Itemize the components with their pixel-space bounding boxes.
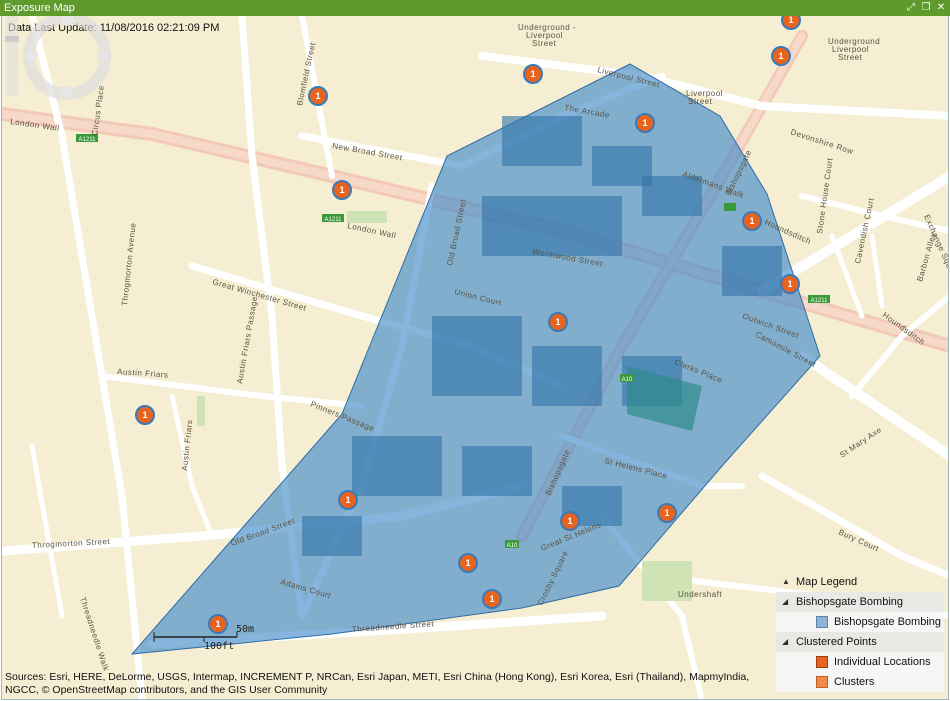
label-st-mary-axe: St Mary Axe xyxy=(838,425,883,460)
svg-text:A1211: A1211 xyxy=(811,298,829,304)
legend-item-individual: Individual Locations xyxy=(776,652,944,672)
location-marker-count: 1 xyxy=(567,516,572,526)
location-marker-count: 1 xyxy=(788,16,793,25)
location-marker[interactable]: 1 xyxy=(338,490,358,510)
location-marker[interactable]: 1 xyxy=(635,113,655,133)
legend-group-clustered[interactable]: ◢ Clustered Points xyxy=(776,632,944,652)
location-marker[interactable]: 1 xyxy=(771,46,791,66)
clusters-swatch xyxy=(816,676,828,688)
window-title: Exposure Map xyxy=(4,2,75,14)
location-marker[interactable]: 1 xyxy=(458,553,478,573)
window-controls: ⤢ ❐ ✕ xyxy=(906,0,946,16)
location-marker-count: 1 xyxy=(778,51,783,61)
legend-item-label: Clusters xyxy=(834,676,875,688)
location-marker-count: 1 xyxy=(465,558,470,568)
location-marker[interactable]: 1 xyxy=(308,86,328,106)
location-marker-count: 1 xyxy=(642,118,647,128)
map-attribution: Sources: Esri, HERE, DeLorme, USGS, Inte… xyxy=(5,671,750,696)
label-stone-house-court: Stone House Court xyxy=(815,157,835,234)
pan-right-icon[interactable] xyxy=(97,50,109,62)
close-icon[interactable]: ✕ xyxy=(936,3,946,13)
expand-icon[interactable]: ⤢ xyxy=(906,3,916,13)
label-liverpool-st-station-2: Street xyxy=(688,97,713,106)
label-austin-friars-passage: Austin Friars Passage xyxy=(235,295,259,384)
location-marker-count: 1 xyxy=(555,317,560,327)
label-threadneedle-walk: Threadneedle Walk xyxy=(78,596,111,673)
location-marker[interactable]: 1 xyxy=(332,180,352,200)
location-marker-count: 1 xyxy=(489,594,494,604)
label-undershaft: Undershaft xyxy=(678,590,722,599)
exposure-map[interactable]: A1211 A1211 A10 A10 A1211 London Wall Lo… xyxy=(1,16,949,700)
label-devonshire-row: Devonshire Row xyxy=(789,127,854,156)
location-marker-count: 1 xyxy=(345,495,350,505)
location-marker[interactable]: 1 xyxy=(742,211,762,231)
window-titlebar: Exposure Map ⤢ ❐ ✕ xyxy=(0,0,950,16)
label-underground-b3: Street xyxy=(838,53,863,62)
location-marker-count: 1 xyxy=(339,185,344,195)
location-marker-count: 1 xyxy=(530,69,535,79)
legend-group-bombing[interactable]: ◢ Bishopsgate Bombing xyxy=(776,592,944,612)
location-marker-count: 1 xyxy=(142,410,147,420)
location-marker-count: 1 xyxy=(749,216,754,226)
map-navigation-control[interactable] xyxy=(2,16,112,106)
zoom-slider[interactable] xyxy=(6,16,18,96)
location-marker[interactable]: 1 xyxy=(135,405,155,425)
zoom-slider-handle[interactable] xyxy=(5,36,19,42)
individual-swatch xyxy=(816,656,828,668)
label-throgmorton-avenue: Throgmorton Avenue xyxy=(120,222,138,306)
svg-text:A10: A10 xyxy=(622,377,633,383)
group-collapse-icon[interactable]: ◢ xyxy=(782,632,788,652)
legend-header[interactable]: ▲ Map Legend xyxy=(776,572,944,592)
legend-item-label: Bishopsgate Bombing xyxy=(834,616,942,628)
label-new-broad-street: New Broad Street xyxy=(332,141,404,162)
legend-item-bombing: Bishopsgate Bombing xyxy=(776,612,944,632)
label-underground-a3: Street xyxy=(532,39,557,48)
pan-ring[interactable] xyxy=(23,16,111,100)
legend-item-clusters: Clusters xyxy=(776,672,944,692)
location-marker[interactable]: 1 xyxy=(781,16,801,30)
location-marker[interactable]: 1 xyxy=(482,589,502,609)
map-legend: ▲ Map Legend ◢ Bishopsgate Bombing Bisho… xyxy=(776,572,944,692)
restore-icon[interactable]: ❐ xyxy=(921,3,931,13)
svg-text:A1211: A1211 xyxy=(325,217,343,223)
svg-text:A10: A10 xyxy=(507,543,518,549)
location-marker[interactable]: 1 xyxy=(780,274,800,294)
location-marker[interactable]: 1 xyxy=(657,503,677,523)
location-marker-count: 1 xyxy=(787,279,792,289)
label-austin-friars-v: Austin Friars xyxy=(180,419,194,471)
location-marker-count: 1 xyxy=(664,508,669,518)
location-marker-count: 1 xyxy=(315,91,320,101)
polygon-swatch xyxy=(816,616,828,628)
svg-text:A1211: A1211 xyxy=(79,137,97,143)
legend-body: ◢ Bishopsgate Bombing Bishopsgate Bombin… xyxy=(776,592,944,692)
group-collapse-icon[interactable]: ◢ xyxy=(782,592,788,612)
scale-meters: 50m xyxy=(236,624,255,635)
legend-group-label: Clustered Points xyxy=(796,636,877,648)
legend-item-label: Individual Locations xyxy=(834,656,931,668)
location-marker[interactable]: 1 xyxy=(523,64,543,84)
scale-feet: 100ft xyxy=(204,641,235,652)
legend-title: Map Legend xyxy=(796,576,858,588)
pan-down-icon[interactable] xyxy=(61,86,73,98)
pan-up-icon[interactable] xyxy=(61,16,73,26)
pan-left-icon[interactable] xyxy=(25,50,37,62)
location-marker[interactable]: 1 xyxy=(548,312,568,332)
legend-group-label: Bishopsgate Bombing xyxy=(796,596,904,608)
collapse-icon[interactable]: ▲ xyxy=(782,572,790,592)
label-london-wall-2: London Wall xyxy=(347,221,397,240)
location-marker[interactable]: 1 xyxy=(560,511,580,531)
